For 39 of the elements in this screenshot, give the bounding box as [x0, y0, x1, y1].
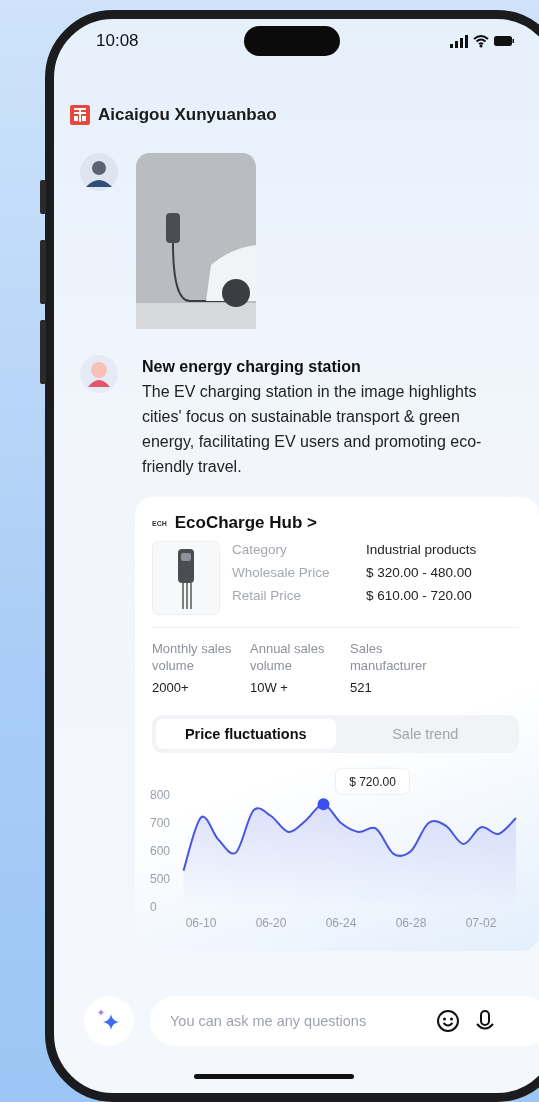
stat-label: Sales manufacturer	[350, 640, 428, 674]
highlight-point[interactable]	[317, 798, 330, 811]
spec-label: Category	[232, 541, 288, 558]
status-time: 10:08	[96, 31, 140, 51]
spec-value: $ 610.00 - 720.00	[366, 587, 472, 604]
x-tick-label: 06-20	[255, 916, 287, 930]
x-tick-label: 06-24	[325, 916, 357, 930]
assistant-avatar	[80, 355, 118, 393]
ai-assistant-button[interactable]	[84, 996, 134, 1046]
y-tick-label: 600	[150, 844, 171, 858]
spec-label: Wholesale Price	[232, 564, 331, 581]
x-tick-label: 06-10	[185, 916, 217, 930]
product-name-link[interactable]: EcoCharge Hub >	[174, 513, 317, 533]
emoji-icon[interactable]	[436, 1009, 460, 1033]
chart-tab[interactable]: Price fluctuations	[156, 719, 336, 749]
y-tick-label: 800	[150, 788, 171, 802]
app-logo-icon	[70, 105, 90, 125]
x-tick-label: 06-28	[395, 916, 427, 930]
y-tick-label: 700	[150, 816, 171, 830]
battery-icon	[494, 36, 514, 46]
spec-label: Retail Price	[232, 587, 303, 604]
x-tick-label: 07-02	[465, 916, 497, 930]
tooltip-value: $ 720.00	[349, 775, 396, 790]
stat-value: 10W +	[250, 680, 289, 695]
stat-value: 521	[350, 680, 373, 695]
spec-value: $ 320.00 - 480.00	[366, 564, 472, 581]
signal-icon	[450, 34, 468, 48]
stat-label: Annual sales volume	[250, 640, 326, 674]
stat-label: Monthly sales volume	[152, 640, 233, 674]
wifi-icon	[473, 34, 489, 48]
y-tick-label: 500	[150, 872, 171, 886]
reply-title: New energy charging station	[142, 357, 362, 377]
question-input[interactable]: You can ask me any questions	[168, 1012, 422, 1030]
reply-text: The EV charging station in the image highlights cities' focus on sustainable transport & green energy, facilitating EV users and promoting eco-friendly travel.	[142, 382, 483, 477]
app-title: Aicaigou Xunyuanbao	[98, 105, 277, 125]
stat-value: 2000+	[152, 680, 190, 695]
spec-value: Industrial products	[366, 541, 477, 558]
y-tick-label: 0	[150, 900, 157, 914]
user-avatar	[80, 153, 118, 191]
